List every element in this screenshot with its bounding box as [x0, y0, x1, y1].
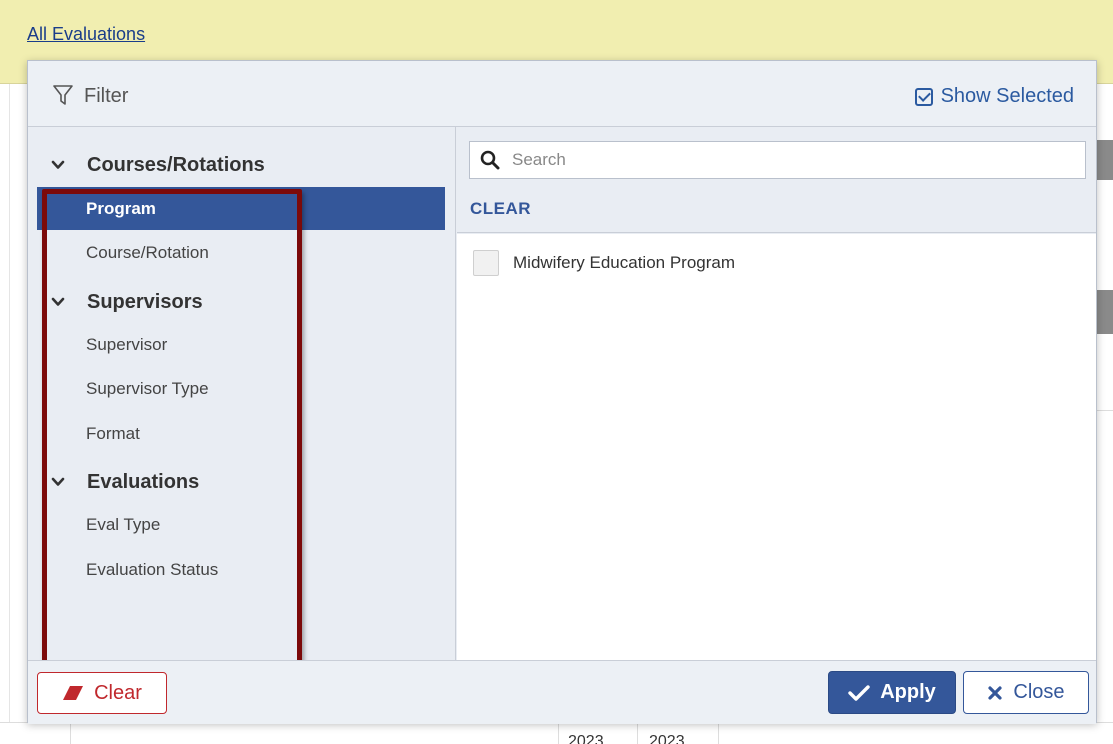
close-x-icon: [988, 685, 1003, 700]
nav-item-course-rotation[interactable]: Course/Rotation: [37, 231, 445, 274]
nav-item-label: Format: [86, 423, 140, 443]
background-table-row: [0, 722, 1113, 744]
dialog-footer: Clear Apply Close: [28, 660, 1096, 724]
nav-group-supervisors[interactable]: Supervisors: [28, 282, 455, 322]
background-left-edge: [0, 84, 10, 724]
nav-item-evaluation-status[interactable]: Evaluation Status: [37, 548, 445, 591]
apply-button[interactable]: Apply: [828, 671, 956, 714]
nav-item-supervisor[interactable]: Supervisor: [37, 323, 445, 366]
list-item[interactable]: Midwifery Education Program: [473, 250, 735, 276]
nav-item-supervisor-type[interactable]: Supervisor Type: [37, 367, 445, 410]
nav-item-label: Program: [86, 198, 156, 218]
eraser-icon: [63, 686, 84, 700]
chevron-down-icon: [51, 297, 65, 306]
search-box: [469, 141, 1086, 179]
filter-icon: [53, 85, 73, 105]
clear-selection-link[interactable]: CLEAR: [470, 199, 531, 219]
nav-group-label: Evaluations: [87, 470, 200, 493]
dialog-title: Filter: [84, 85, 129, 107]
checkbox-checked-icon: [914, 87, 933, 106]
nav-item-label: Evaluation Status: [86, 559, 219, 579]
options-toolbar: CLEAR: [457, 127, 1096, 233]
nav-item-label: Eval Type: [86, 514, 161, 534]
dialog-header: Filter Show Selected: [28, 61, 1096, 127]
nav-item-label: Supervisor: [86, 334, 168, 354]
show-selected-toggle[interactable]: Show Selected: [914, 85, 1074, 108]
background-col-divider: [558, 722, 559, 744]
clear-button-label: Clear: [94, 681, 142, 704]
filter-category-nav: Courses/Rotations Program Course/Rotatio…: [28, 127, 456, 671]
background-col-divider: [637, 722, 638, 744]
chevron-down-icon: [51, 160, 65, 169]
filter-dialog: Filter Show Selected Courses/Rotations P…: [27, 60, 1097, 724]
search-input[interactable]: [512, 142, 1072, 178]
nav-group-label: Supervisors: [87, 290, 203, 313]
close-button-label: Close: [1013, 681, 1065, 703]
clear-button[interactable]: Clear: [37, 672, 167, 714]
search-icon: [480, 150, 500, 170]
nav-item-label: Supervisor Type: [86, 378, 209, 398]
option-label: Midwifery Education Program: [513, 253, 736, 272]
nav-item-eval-type[interactable]: Eval Type: [37, 503, 445, 546]
checkmark-icon: [848, 684, 870, 701]
option-checkbox[interactable]: [473, 250, 499, 276]
options-list: Midwifery Education Program: [457, 234, 1096, 660]
background-year-cell: 2023: [568, 733, 604, 744]
chevron-down-icon: [51, 477, 65, 486]
nav-group-evaluations[interactable]: Evaluations: [28, 462, 455, 502]
nav-item-format[interactable]: Format: [37, 412, 445, 455]
all-evaluations-link[interactable]: All Evaluations: [27, 24, 145, 45]
background-col-divider: [70, 722, 71, 744]
nav-group-courses-rotations[interactable]: Courses/Rotations: [28, 145, 455, 185]
apply-button-label: Apply: [880, 681, 936, 703]
close-button[interactable]: Close: [963, 671, 1089, 714]
nav-item-program[interactable]: Program: [37, 187, 445, 230]
nav-group-label: Courses/Rotations: [87, 153, 265, 176]
background-col-divider: [718, 722, 719, 744]
show-selected-label: Show Selected: [940, 85, 1074, 107]
background-year-cell: 2023: [649, 733, 685, 744]
nav-item-label: Course/Rotation: [86, 242, 209, 262]
